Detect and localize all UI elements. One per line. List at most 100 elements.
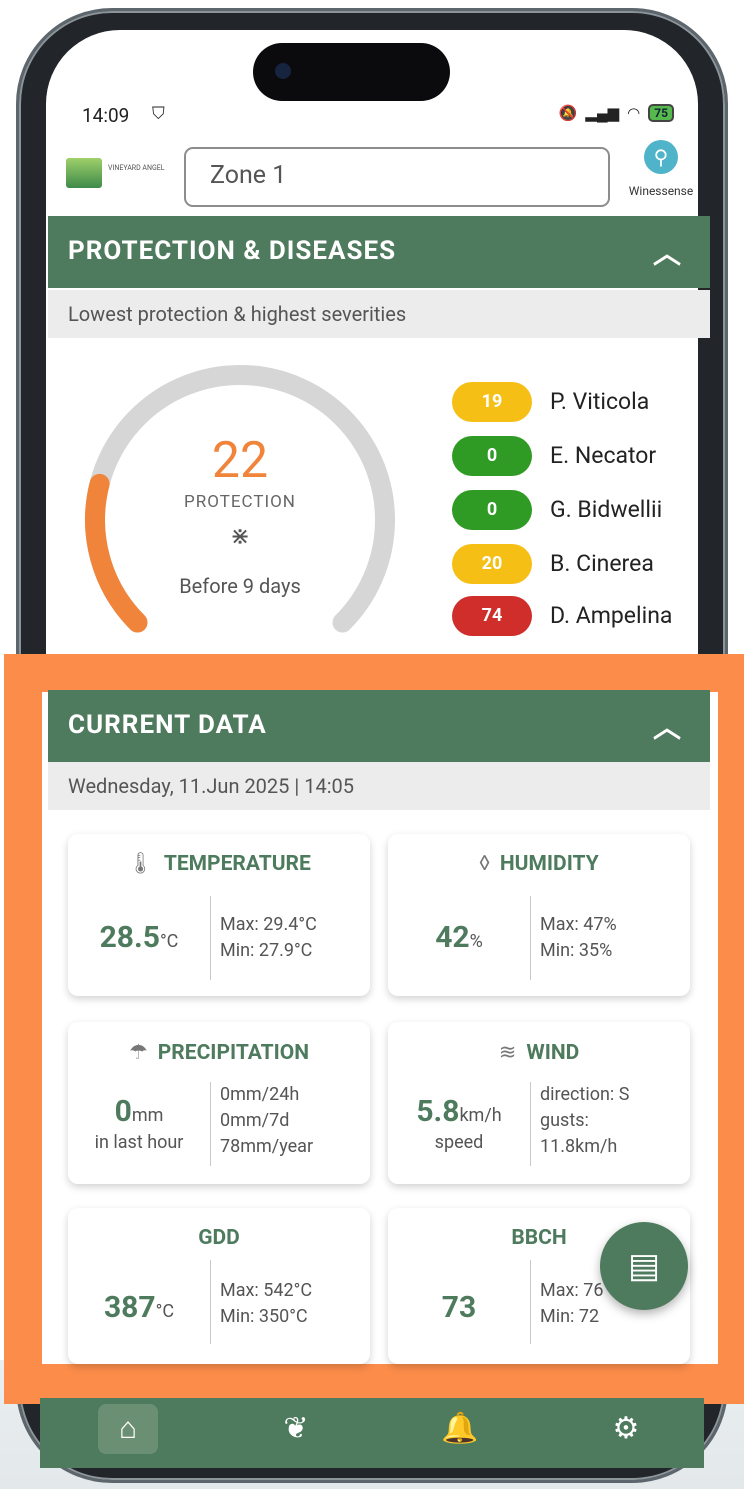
- divider: [530, 1260, 531, 1344]
- protection-label: PROTECTION: [184, 492, 296, 512]
- nav-grapes-icon[interactable]: ❦: [266, 1404, 326, 1454]
- disease-item[interactable]: 0 G. Bidwellii: [452, 490, 712, 532]
- wind-icon: ≋: [498, 1041, 517, 1065]
- temperature-title: TEMPERATURE: [163, 852, 311, 876]
- winessense-icon: ⚲: [644, 140, 678, 174]
- humidity-value: 42: [435, 920, 470, 955]
- battery-icon: 75: [648, 104, 674, 122]
- divider: [530, 896, 531, 980]
- rain-cloud-icon: ☂: [128, 1041, 148, 1065]
- vineyard-logo[interactable]: VINEYARD ANGEL: [66, 156, 172, 196]
- protection-time: Before 9 days: [179, 574, 301, 598]
- dynamic-island: [253, 43, 450, 101]
- card-title: ≋ WIND: [388, 1040, 690, 1065]
- temperature-card[interactable]: 🌡 TEMPERATURE 28.5°C Max: 29.4°C Min: 27.9…: [68, 834, 370, 996]
- current-data-title: CURRENT DATA: [68, 710, 267, 740]
- disease-pill: 0: [452, 436, 532, 476]
- gdd-value: 387: [103, 1290, 156, 1325]
- bbch-min: Min: 72: [540, 1306, 600, 1327]
- humidity-title: HUMIDITY: [499, 852, 599, 876]
- divider: [210, 1260, 211, 1344]
- disease-name: B. Cinerea: [550, 550, 654, 577]
- humidity-unit: %: [469, 931, 483, 952]
- wind-stats: direction: S gusts: 11.8km/h: [540, 1082, 629, 1160]
- gdd-card[interactable]: GDD 387°C Max: 542°C Min: 350°C: [68, 1208, 370, 1364]
- divider: [530, 1082, 531, 1166]
- disease-pill: 19: [452, 382, 532, 422]
- precipitation-title: PRECIPITATION: [157, 1041, 310, 1065]
- protection-gauge: 22 PROTECTION ⋇ Before 9 days: [70, 360, 410, 650]
- wind-value: 5.8: [416, 1094, 460, 1129]
- signal-icon: ▂▄▆: [585, 104, 620, 122]
- disease-name: P. Viticola: [550, 388, 650, 415]
- wind-gusts-value: 11.8km/h: [540, 1136, 618, 1157]
- gdd-range: Max: 542°C Min: 350°C: [220, 1278, 312, 1330]
- card-title: ☂ PRECIPITATION: [68, 1040, 370, 1065]
- wind-sub: speed: [434, 1132, 484, 1153]
- winessense-label: Winessense: [628, 184, 694, 198]
- disease-name: D. Ampelina: [550, 602, 673, 629]
- shield-icon: ⛉: [152, 104, 165, 124]
- precipitation-sub: in last hour: [94, 1132, 184, 1153]
- winessense-button[interactable]: ⚲ Winessense: [618, 140, 704, 210]
- temperature-value-wrap: 28.5°C: [68, 920, 210, 955]
- temperature-max: Max: 29.4°C: [220, 914, 317, 935]
- thermometer-icon: 🌡: [127, 852, 154, 876]
- precipitation-24h: 0mm/24h: [220, 1084, 300, 1105]
- status-icons: 🔕 ▂▄▆ ◠ 75: [559, 104, 674, 122]
- precipitation-value-wrap: 0mm: [68, 1094, 210, 1129]
- report-fab-button[interactable]: ▤: [600, 1222, 688, 1310]
- humidity-max: Max: 47%: [540, 914, 617, 935]
- status-bar: 14:09 ⛉ 🔕 ▂▄▆ ◠ 75: [82, 102, 682, 142]
- chevron-up-icon[interactable]: ︿: [653, 706, 682, 746]
- nav-home-icon[interactable]: ⌂: [98, 1404, 158, 1454]
- current-data-header[interactable]: CURRENT DATA ︿: [48, 690, 710, 762]
- humidity-card[interactable]: ◊ HUMIDITY 42% Max: 47% Min: 35%: [388, 834, 690, 996]
- disease-pill: 74: [452, 596, 532, 636]
- status-time: 14:09: [82, 104, 130, 127]
- wifi-icon: ◠: [627, 104, 641, 122]
- divider: [210, 1082, 211, 1166]
- nav-bell-icon[interactable]: 🔔: [430, 1404, 490, 1454]
- disease-item[interactable]: 19 P. Viticola: [452, 382, 712, 424]
- precipitation-stats: 0mm/24h 0mm/7d 78mm/year: [220, 1082, 313, 1160]
- wind-title: WIND: [526, 1041, 580, 1065]
- disease-pill: 20: [452, 544, 532, 584]
- current-date: Wednesday, 11.Jun 2025 | 14:05: [68, 774, 355, 798]
- bottom-navigation: ⌂ ❦ 🔔 ⚙: [40, 1398, 704, 1468]
- divider: [210, 896, 211, 980]
- droplet-icon: ◊: [479, 852, 490, 876]
- protection-subtitle: Lowest protection & highest severities: [68, 302, 407, 326]
- mute-icon: 🔕: [558, 104, 578, 122]
- temperature-min: Min: 27.9°C: [220, 940, 313, 961]
- gdd-title: GDD: [198, 1226, 240, 1250]
- current-date-bar: Wednesday, 11.Jun 2025 | 14:05: [48, 762, 710, 810]
- gdd-value-wrap: 387°C: [68, 1290, 210, 1325]
- gdd-max: Max: 542°C: [220, 1280, 313, 1301]
- disease-item[interactable]: 20 B. Cinerea: [452, 544, 712, 586]
- zone-selector[interactable]: Zone 1: [184, 147, 610, 207]
- nav-settings-icon[interactable]: ⚙: [596, 1404, 656, 1454]
- chevron-up-icon[interactable]: ︿: [653, 232, 682, 272]
- precipitation-year: 78mm/year: [220, 1136, 314, 1157]
- wind-gusts-label: gusts:: [540, 1110, 589, 1131]
- disease-name: E. Necator: [550, 442, 657, 469]
- card-title: 🌡 TEMPERATURE: [68, 852, 370, 876]
- camera-icon: [275, 63, 291, 79]
- precipitation-card[interactable]: ☂ PRECIPITATION 0mm in last hour 0mm/24h 0…: [68, 1022, 370, 1184]
- humidity-range: Max: 47% Min: 35%: [540, 912, 617, 964]
- gdd-min: Min: 350°C: [220, 1306, 308, 1327]
- precipitation-value: 0: [114, 1094, 132, 1129]
- wind-card[interactable]: ≋ WIND 5.8km/h speed direction: S gusts: 11…: [388, 1022, 690, 1184]
- protection-section-header[interactable]: PROTECTION & DISEASES ︿: [48, 216, 710, 288]
- document-icon: ▤: [627, 1246, 661, 1286]
- disease-item[interactable]: 74 D. Ampelina: [452, 596, 712, 638]
- gdd-unit: °C: [155, 1301, 175, 1322]
- drone-icon: ⋇: [229, 522, 251, 550]
- bbch-value: 73: [441, 1290, 477, 1325]
- disease-item[interactable]: 0 E. Necator: [452, 436, 712, 478]
- humidity-value-wrap: 42%: [388, 920, 530, 955]
- protection-value: 22: [211, 432, 269, 490]
- bbch-range: Max: 76 Min: 72: [540, 1278, 604, 1330]
- wind-unit: km/h: [459, 1105, 502, 1126]
